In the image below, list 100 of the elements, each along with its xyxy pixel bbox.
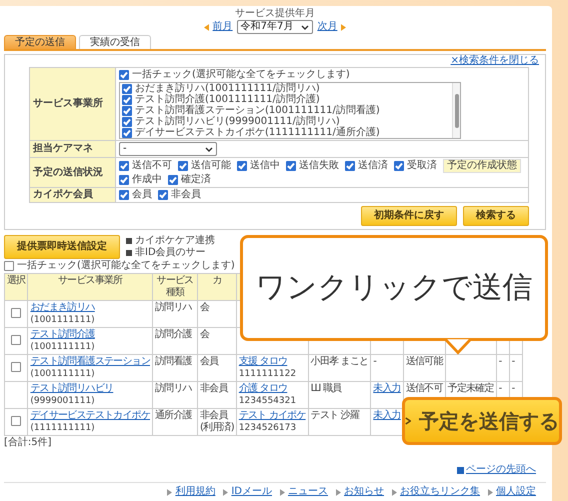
- office-link[interactable]: おだまき訪リハ: [30, 302, 95, 313]
- checkbox[interactable]: [178, 161, 188, 171]
- row-checkbox[interactable]: [11, 308, 22, 318]
- user-code: 1234554321: [238, 396, 296, 406]
- tab[interactable]: 実績の受信: [79, 35, 151, 49]
- checkbox-label: 非会員: [171, 189, 201, 201]
- checkbox-label: 送信中: [250, 160, 280, 172]
- office-link[interactable]: テスト訪問リハビリ: [30, 383, 114, 394]
- office-link[interactable]: テスト訪問介護: [30, 329, 95, 340]
- user-link[interactable]: 介護 タロウ: [238, 383, 288, 394]
- checkbox[interactable]: [119, 70, 129, 80]
- checkbox-label: テスト訪問看護ステーション(1001111111/訪問看護): [135, 105, 380, 116]
- tab[interactable]: 予定の送信: [4, 35, 76, 49]
- user-link[interactable]: 支援 タロウ: [238, 356, 288, 367]
- office-code: (1001111111): [30, 315, 95, 325]
- note-text: 非ID会員のサー: [135, 247, 206, 259]
- table-cell: 会員: [200, 356, 218, 367]
- checkbox[interactable]: [122, 84, 132, 94]
- checkbox-label: 会員: [132, 189, 152, 201]
- footer-link[interactable]: IDメール: [231, 486, 272, 498]
- table-cell: 非会員: [200, 383, 228, 394]
- column-header: 選択: [4, 274, 28, 300]
- checkbox[interactable]: [122, 94, 132, 104]
- checkbox[interactable]: [168, 175, 178, 185]
- checkbox-label: デイサービステストカイポケ(1111111111/通所介護): [135, 127, 380, 138]
- checkbox[interactable]: [119, 175, 129, 185]
- month-select[interactable]: 令和7年7月: [236, 20, 314, 34]
- square-icon: [126, 238, 132, 244]
- table-cell: -: [498, 356, 502, 367]
- checkbox[interactable]: [4, 261, 14, 271]
- checkbox-label: テスト訪問リハビリ(9999001111/訪問リハ): [135, 116, 340, 127]
- row-checkbox[interactable]: [11, 416, 22, 426]
- table-cell: 訪問リハ: [155, 383, 192, 394]
- scrollbar[interactable]: [452, 83, 460, 138]
- checkbox[interactable]: [122, 128, 132, 138]
- chevron-down-icon: [205, 146, 213, 152]
- office-link[interactable]: テスト訪問看護ステーション: [30, 356, 150, 367]
- field-label: カイポケ会員: [30, 188, 116, 203]
- right-arrow-icon: [341, 24, 346, 30]
- table-cell: 会: [200, 329, 210, 340]
- checkbox-label: 一括チェック(選択可能な全てをチェックします): [17, 260, 235, 272]
- footer-link[interactable]: お知らせ: [344, 486, 384, 498]
- care-manager-select[interactable]: -: [119, 142, 217, 156]
- row-checkbox[interactable]: [11, 362, 22, 372]
- checkbox[interactable]: [122, 116, 132, 126]
- reset-button[interactable]: 初期条件に戻す: [361, 206, 457, 226]
- table-cell: 訪問リハ: [155, 302, 192, 313]
- square-icon: [126, 250, 132, 256]
- checkbox-label: 受取済: [407, 160, 437, 172]
- checkbox-label: 送信可能: [191, 160, 231, 172]
- next-month-link[interactable]: 次月: [317, 21, 338, 33]
- column-header: カ: [198, 274, 236, 300]
- field-label: 予定の送信状況: [30, 158, 116, 188]
- search-button[interactable]: 検索する: [463, 206, 529, 226]
- checkbox[interactable]: [345, 161, 355, 171]
- row-checkbox[interactable]: [11, 335, 22, 346]
- column-header: サービス種類: [152, 274, 198, 300]
- table-cell: 非会員: [200, 410, 228, 421]
- checkbox-label: 一括チェック(選択可能な全てをチェックします): [132, 69, 350, 81]
- checkbox[interactable]: [286, 161, 296, 171]
- office-code: (1001111111): [30, 342, 95, 352]
- field-label: 予定の作成状態: [443, 159, 521, 173]
- checkbox[interactable]: [158, 190, 168, 200]
- checkbox[interactable]: [122, 106, 132, 116]
- footer-link[interactable]: ニュース: [288, 486, 328, 498]
- period-label: サービス提供年月: [235, 8, 315, 20]
- table-cell: 送信可能: [406, 356, 443, 367]
- page-top-link[interactable]: ページの先頭へ: [466, 464, 536, 476]
- footer-link[interactable]: お役立ちリンク集: [400, 486, 480, 498]
- checkbox-label: おだまき訪リハ(1001111111/訪問リハ): [135, 83, 320, 94]
- table-cell: テスト 沙羅: [310, 410, 359, 421]
- user-code: 1234526173: [238, 423, 296, 433]
- checkbox[interactable]: [394, 161, 404, 171]
- triangle-icon: [223, 488, 228, 496]
- note-text: カイポケケア連携: [135, 235, 215, 246]
- triangle-icon: [336, 488, 341, 496]
- checkbox-label: 送信失敗: [299, 160, 339, 172]
- field-label: サービス事業所: [30, 68, 116, 141]
- send-schedule-button[interactable]: 予定を送信する: [402, 397, 562, 445]
- footer-link[interactable]: 利用規約: [175, 486, 216, 498]
- checkbox-label: テスト訪問介護(1001111111/訪問介護): [135, 94, 320, 105]
- checkbox[interactable]: [237, 161, 247, 171]
- office-link[interactable]: デイサービステストカイポケ: [30, 410, 150, 421]
- office-code: (1001111111): [30, 369, 95, 379]
- table-cell: (利用済): [200, 422, 234, 433]
- office-code: (9999001111): [30, 396, 95, 406]
- table-cell: Ш 職員: [310, 383, 342, 394]
- instant-send-settings-button[interactable]: 提供票即時送信設定: [4, 235, 120, 259]
- close-search-link[interactable]: ×検索条件を閉じる: [450, 55, 539, 67]
- callout-text: ワンクリックで送信: [256, 270, 532, 306]
- table-cell: 通所介護: [155, 410, 192, 421]
- footer-link[interactable]: 個人設定: [496, 486, 536, 498]
- left-arrow-icon: [204, 24, 209, 30]
- checkbox[interactable]: [119, 161, 129, 171]
- user-link[interactable]: テスト カイポケ: [238, 410, 306, 421]
- checkbox-label: 作成中: [132, 174, 162, 186]
- checkbox[interactable]: [119, 190, 129, 200]
- table-cell: -: [498, 383, 502, 394]
- chevron-down-icon: [301, 24, 310, 30]
- prev-month-link[interactable]: 前月: [212, 21, 233, 33]
